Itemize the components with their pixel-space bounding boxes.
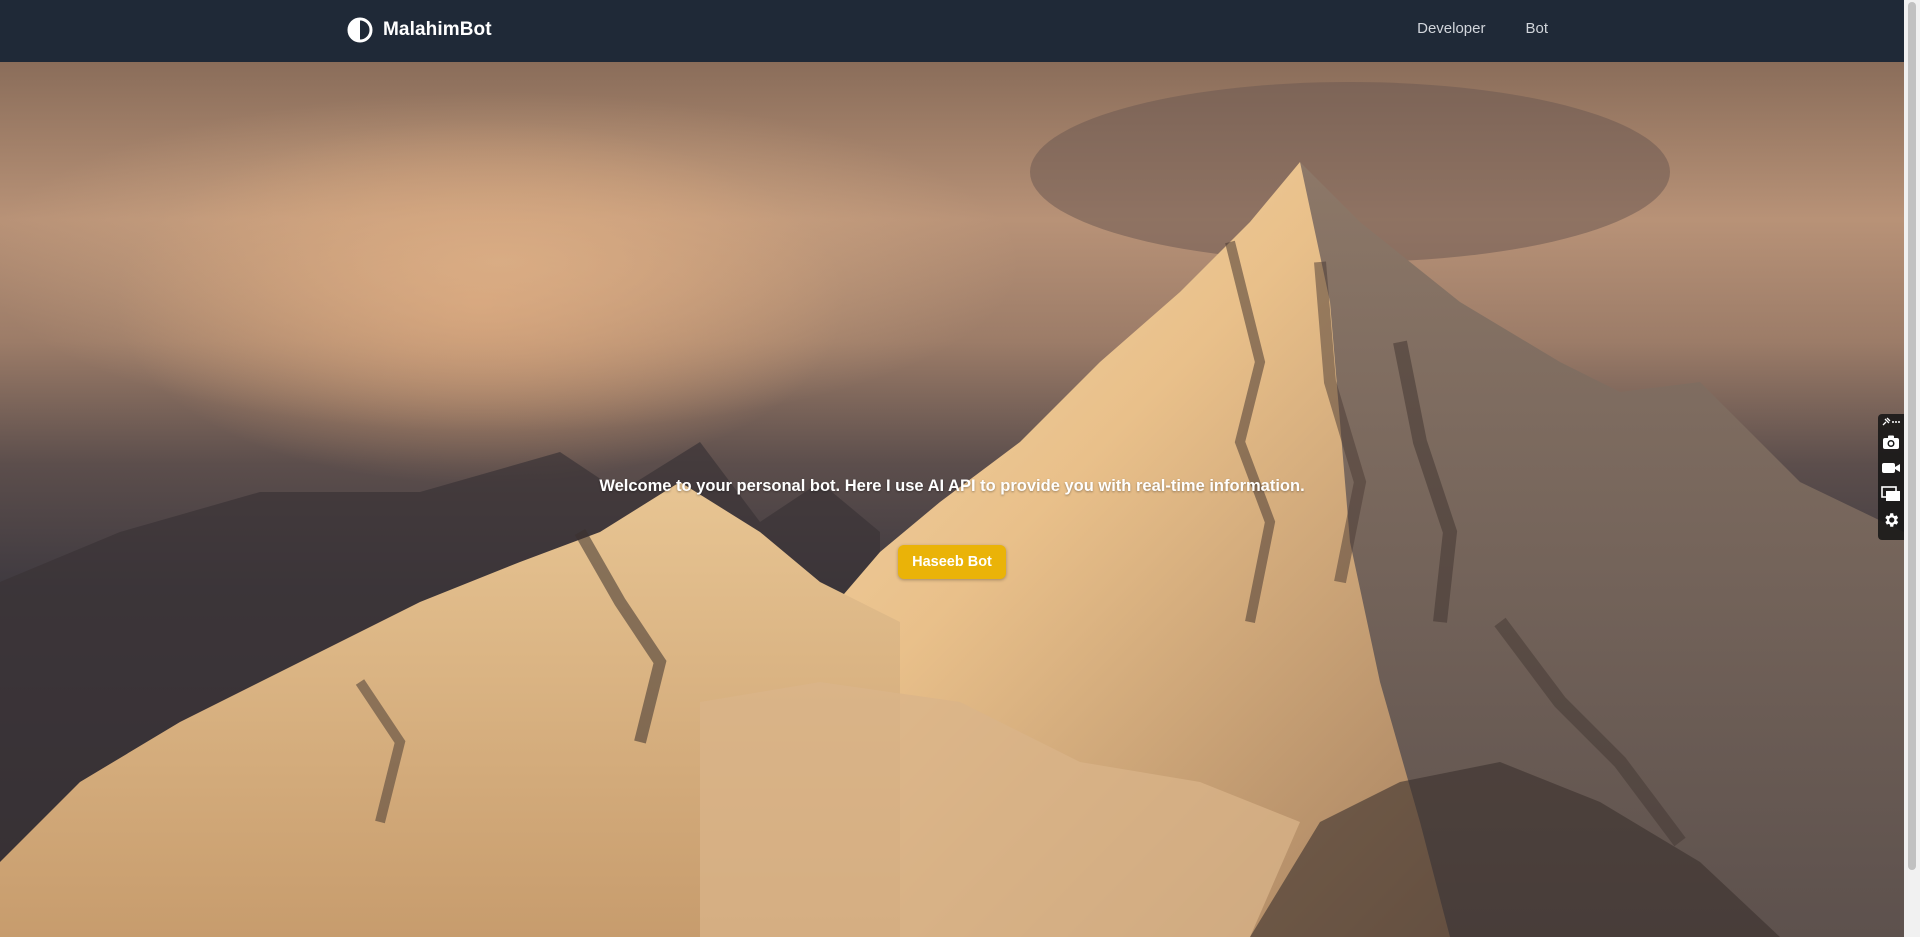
video-camera-icon[interactable] [1881, 461, 1901, 475]
gear-icon[interactable] [1882, 511, 1900, 529]
scrollbar-thumb[interactable] [1908, 2, 1916, 870]
vertical-scrollbar[interactable] [1904, 0, 1920, 937]
more-icon[interactable] [1891, 417, 1901, 426]
haseeb-bot-button[interactable]: Haseeb Bot [898, 545, 1006, 579]
pin-more-row[interactable] [1880, 416, 1902, 426]
half-circle-logo-icon [347, 17, 373, 43]
record-tool[interactable] [1880, 458, 1902, 478]
nav-link-bot[interactable]: Bot [1525, 20, 1548, 37]
brand-name: MalahimBot [383, 19, 492, 40]
nav-link-developer[interactable]: Developer [1417, 20, 1485, 37]
settings-tool[interactable] [1880, 510, 1902, 530]
windows-icon[interactable] [1881, 486, 1901, 502]
pin-icon[interactable] [1881, 417, 1891, 426]
side-toolbar [1878, 414, 1904, 540]
hero-content: Welcome to your personal bot. Here I use… [0, 62, 1904, 937]
hero-welcome-text: Welcome to your personal bot. Here I use… [599, 477, 1305, 495]
top-navbar: MalahimBot Developer Bot [0, 0, 1904, 62]
nav-links: Developer Bot [1417, 20, 1548, 37]
camera-icon[interactable] [1882, 434, 1900, 450]
screenshot-tool[interactable] [1880, 432, 1902, 452]
windows-tool[interactable] [1880, 484, 1902, 504]
hero-section: Welcome to your personal bot. Here I use… [0, 62, 1904, 937]
brand-link[interactable]: MalahimBot [347, 17, 492, 43]
